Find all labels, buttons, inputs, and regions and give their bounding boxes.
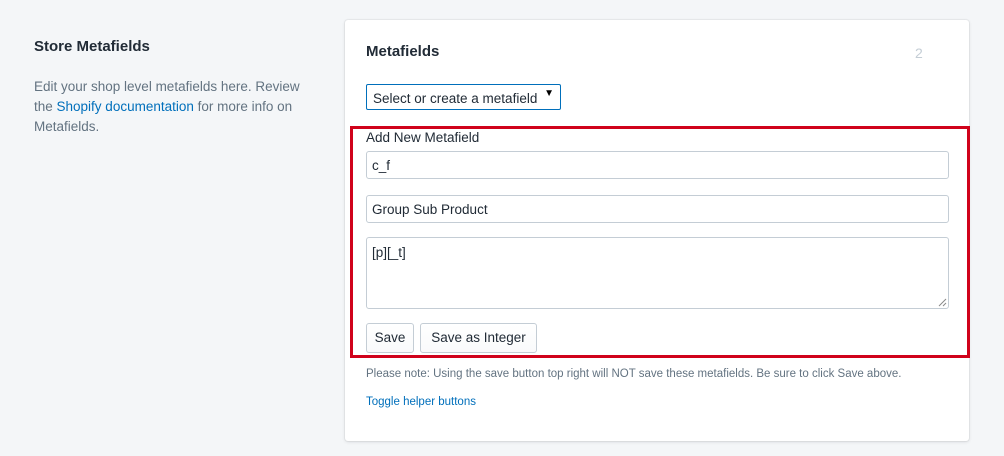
- caret-down-icon: ▼: [544, 88, 554, 99]
- shopify-documentation-link[interactable]: Shopify documentation: [57, 99, 194, 114]
- metafield-value-textarea[interactable]: [p][_t]: [366, 237, 949, 309]
- save-note: Please note: Using the save button top r…: [366, 368, 902, 380]
- section-title: Store Metafields: [34, 38, 150, 55]
- textarea-value: [p][_t]: [372, 245, 406, 260]
- section-description: Edit your shop level metafields here. Re…: [34, 77, 304, 137]
- toggle-helper-buttons-link[interactable]: Toggle helper buttons: [366, 396, 476, 408]
- store-metafields-section: Store Metafields Edit your shop level me…: [34, 38, 304, 137]
- save-button[interactable]: Save: [366, 323, 414, 353]
- metafield-key-input[interactable]: c_f: [366, 151, 949, 179]
- metafield-name-input[interactable]: Group Sub Product: [366, 195, 949, 223]
- card-title: Metafields: [366, 43, 440, 60]
- resize-grip-icon[interactable]: [938, 298, 947, 307]
- save-as-integer-button[interactable]: Save as Integer: [420, 323, 537, 353]
- select-value: Select or create a metafield: [373, 91, 538, 106]
- add-new-metafield-label: Add New Metafield: [366, 130, 480, 145]
- metafield-count: 2: [915, 45, 923, 61]
- metafield-select[interactable]: Select or create a metafield ▼: [366, 84, 561, 110]
- metafields-card: Metafields 2 Select or create a metafiel…: [345, 20, 970, 441]
